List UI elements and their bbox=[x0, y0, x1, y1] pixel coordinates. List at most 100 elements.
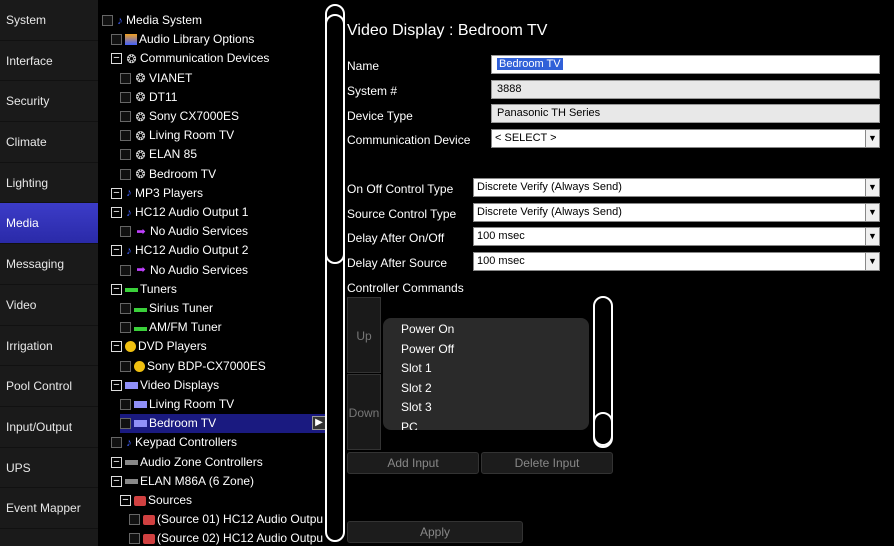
command-item[interactable]: Slot 3 bbox=[401, 400, 432, 414]
tree-item[interactable]: Sirius Tuner bbox=[120, 299, 326, 318]
tree-item[interactable]: − ♪ MP3 Players bbox=[111, 184, 326, 203]
command-item[interactable]: Power Off bbox=[401, 342, 454, 356]
tree-item[interactable]: Sony BDP-CX7000ES bbox=[120, 357, 326, 376]
tree-item[interactable]: − Sources bbox=[120, 491, 326, 510]
command-item[interactable]: Slot 1 bbox=[401, 361, 432, 375]
tree-item[interactable]: − Video Displays bbox=[111, 376, 326, 395]
checkbox-icon[interactable] bbox=[120, 399, 131, 410]
tree-item[interactable]: Bedroom TV ▶ bbox=[120, 414, 326, 434]
checkbox-icon[interactable] bbox=[129, 514, 140, 526]
note-icon: ♪ bbox=[126, 244, 132, 257]
name-field[interactable]: Bedroom TV bbox=[491, 55, 880, 74]
nav-item-irrigation[interactable]: Irrigation bbox=[0, 325, 98, 367]
collapse-icon[interactable]: − bbox=[111, 283, 122, 295]
checkbox-icon[interactable] bbox=[120, 130, 131, 142]
collapse-icon[interactable]: − bbox=[111, 475, 122, 487]
down-button[interactable]: Down bbox=[347, 374, 381, 450]
chevron-down-icon[interactable]: ▼ bbox=[865, 130, 879, 147]
command-item[interactable]: Power On bbox=[401, 322, 454, 336]
tree-item[interactable]: − Tuners bbox=[111, 280, 326, 299]
tree-item[interactable]: − ELAN M86A (6 Zone) bbox=[111, 472, 326, 491]
tree-item[interactable]: ♪ Keypad Controllers bbox=[111, 433, 326, 452]
chevron-down-icon[interactable]: ▼ bbox=[865, 179, 879, 196]
apply-button[interactable]: Apply bbox=[347, 521, 523, 543]
collapse-icon[interactable]: − bbox=[111, 187, 122, 199]
checkbox-icon[interactable] bbox=[120, 418, 131, 430]
chevron-down-icon[interactable]: ▼ bbox=[865, 228, 879, 245]
checkbox-icon[interactable] bbox=[120, 226, 131, 238]
checkbox-icon[interactable] bbox=[120, 72, 131, 84]
collapse-icon[interactable]: − bbox=[111, 456, 122, 468]
up-button[interactable]: Up bbox=[347, 297, 381, 373]
checkbox-icon[interactable] bbox=[120, 322, 131, 334]
tree-item[interactable]: (Source 01) HC12 Audio Outpu bbox=[129, 510, 326, 529]
nav-item-ups[interactable]: UPS bbox=[0, 447, 98, 489]
chevron-down-icon[interactable]: ▼ bbox=[865, 253, 879, 270]
delete-input-button[interactable]: Delete Input bbox=[481, 452, 613, 474]
controller-commands-list[interactable]: Power On Power Off Slot 1 Slot 2 Slot 3 PC bbox=[383, 318, 589, 430]
checkbox-icon[interactable] bbox=[111, 437, 122, 449]
checkbox-icon[interactable] bbox=[120, 303, 131, 314]
tree-item[interactable]: ➡ No Audio Services bbox=[120, 261, 326, 280]
tree-item[interactable]: (Source 02) HC12 Audio Outpu bbox=[129, 529, 326, 546]
tree-item[interactable]: ❂ DT11 bbox=[120, 88, 326, 107]
tree-item[interactable]: Living Room TV bbox=[120, 395, 326, 414]
checkbox-icon[interactable] bbox=[111, 34, 122, 46]
command-item[interactable]: PC bbox=[401, 420, 418, 431]
collapse-icon[interactable]: − bbox=[111, 207, 122, 218]
tree-item-label: MP3 Players bbox=[135, 185, 204, 200]
command-item[interactable]: Slot 2 bbox=[401, 381, 432, 395]
nav-item-event-mapper[interactable]: Event Mapper bbox=[0, 488, 98, 529]
collapse-icon[interactable]: − bbox=[111, 379, 122, 391]
nav-item-input-output[interactable]: Input/Output bbox=[0, 406, 98, 448]
commands-scrollbar[interactable] bbox=[593, 296, 613, 448]
tree-item[interactable]: AM/FM Tuner bbox=[120, 318, 326, 337]
tree-item[interactable]: ❂ Bedroom TV bbox=[120, 165, 326, 184]
nav-item-media[interactable]: Media bbox=[0, 203, 98, 245]
nav-item-messaging[interactable]: Messaging bbox=[0, 244, 98, 285]
collapse-icon[interactable]: − bbox=[111, 245, 122, 257]
tree-item[interactable]: Audio Library Options bbox=[111, 30, 326, 49]
tree-item[interactable]: ❂ ELAN 85 bbox=[120, 145, 326, 164]
commands-scrollbar-thumb[interactable] bbox=[593, 412, 613, 446]
chevron-down-icon[interactable]: ▼ bbox=[865, 204, 879, 221]
checkbox-icon[interactable] bbox=[102, 15, 113, 26]
on-off-control-select[interactable]: Discrete Verify (Always Send) ▼ bbox=[473, 178, 880, 197]
delay-source-select[interactable]: 100 msec ▼ bbox=[473, 252, 880, 271]
checkbox-icon[interactable] bbox=[129, 533, 140, 545]
collapse-icon[interactable]: − bbox=[111, 341, 122, 353]
communication-device-select[interactable]: < SELECT > ▼ bbox=[491, 129, 880, 148]
nav-item-interface[interactable]: Interface bbox=[0, 40, 98, 82]
tree-item[interactable]: ❂ Living Room TV bbox=[120, 126, 326, 145]
tree-item[interactable]: − Audio Zone Controllers bbox=[111, 453, 326, 472]
nav-item-security[interactable]: Security bbox=[0, 81, 98, 123]
tree-item[interactable]: − ❂ Communication Devices bbox=[111, 49, 326, 68]
nav-item-lighting[interactable]: Lighting bbox=[0, 162, 98, 204]
checkbox-icon[interactable] bbox=[120, 168, 131, 180]
checkbox-icon[interactable] bbox=[120, 360, 131, 372]
add-input-button[interactable]: Add Input bbox=[347, 452, 479, 474]
nav-item-pool-control[interactable]: Pool Control bbox=[0, 366, 98, 407]
nav-item-system[interactable]: System bbox=[0, 0, 98, 41]
nav-item-video[interactable]: Video bbox=[0, 284, 98, 326]
tree-scrollbar[interactable] bbox=[325, 4, 345, 542]
tree-item[interactable]: ❂ VIANET bbox=[120, 69, 326, 88]
checkbox-icon[interactable] bbox=[120, 111, 131, 122]
delay-on-off-select[interactable]: 100 msec ▼ bbox=[473, 227, 880, 246]
tree-item[interactable]: − ♪ HC12 Audio Output 2 bbox=[111, 241, 326, 260]
tree-item[interactable]: − DVD Players bbox=[111, 337, 326, 356]
collapse-icon[interactable]: − bbox=[120, 495, 131, 506]
checkbox-icon[interactable] bbox=[120, 149, 131, 161]
tree-item[interactable]: ➡ No Audio Services bbox=[120, 222, 326, 241]
tree-scrollbar-thumb[interactable] bbox=[325, 14, 345, 264]
collapse-icon[interactable]: − bbox=[111, 53, 122, 65]
tree-item[interactable]: ♪ Media System bbox=[102, 11, 326, 30]
source-control-select[interactable]: Discrete Verify (Always Send) ▼ bbox=[473, 203, 880, 222]
checkbox-icon[interactable] bbox=[120, 91, 131, 103]
checkbox-icon[interactable] bbox=[120, 264, 131, 276]
tree-item[interactable]: ❂ Sony CX7000ES bbox=[120, 107, 326, 126]
nav-item-climate[interactable]: Climate bbox=[0, 122, 98, 163]
tree-item[interactable]: − ♪ HC12 Audio Output 1 bbox=[111, 203, 326, 222]
play-icon[interactable]: ▶ bbox=[312, 416, 326, 431]
tree-item-label: No Audio Services bbox=[150, 262, 249, 277]
